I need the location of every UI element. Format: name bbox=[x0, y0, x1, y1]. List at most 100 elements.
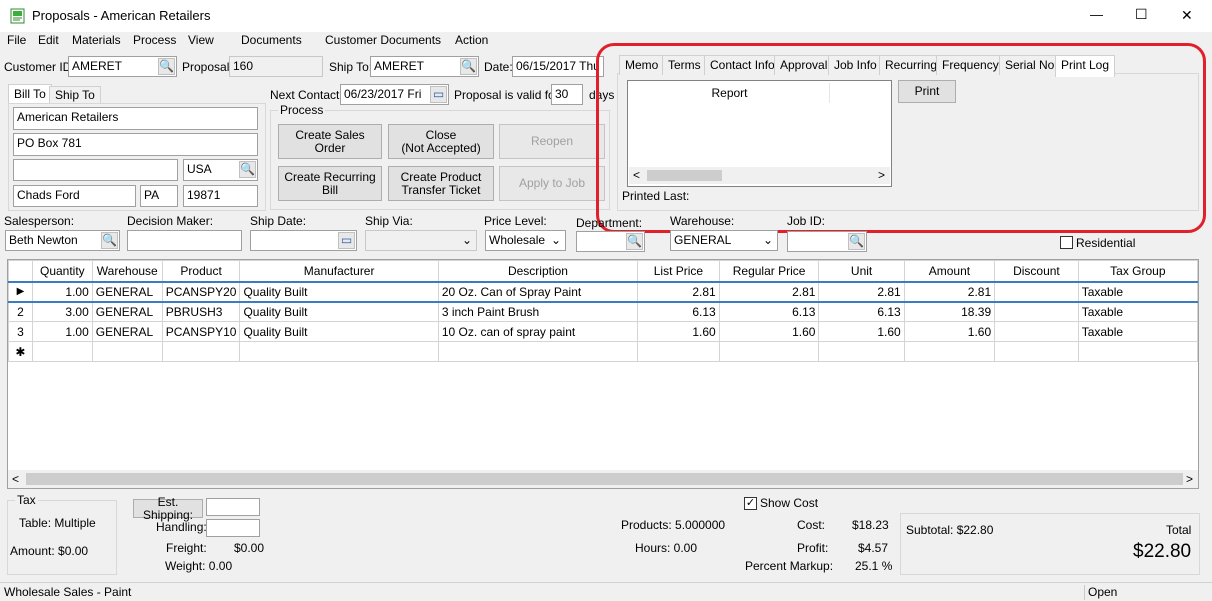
country-field[interactable]: USA 🔍 bbox=[183, 159, 258, 181]
cell-warehouse[interactable]: GENERAL bbox=[91, 301, 163, 322]
warehouse-select[interactable]: GENERAL ⌄ bbox=[670, 230, 778, 251]
col-manufacturer[interactable]: Manufacturer bbox=[239, 260, 439, 282]
cell-quantity[interactable]: 1.00 bbox=[31, 281, 93, 302]
col-amount[interactable]: Amount bbox=[903, 260, 996, 282]
cell-tax-group[interactable]: Taxable bbox=[1077, 281, 1198, 302]
search-icon[interactable]: 🔍 bbox=[158, 58, 175, 75]
menu-view[interactable]: View bbox=[188, 33, 214, 47]
department-field[interactable]: 🔍 bbox=[576, 231, 645, 252]
create-recurring-bill-button[interactable]: Create Recurring Bill bbox=[278, 166, 382, 201]
maximize-button[interactable]: ☐ bbox=[1135, 7, 1148, 21]
create-transfer-ticket-button[interactable]: Create Product Transfer Ticket bbox=[388, 166, 494, 201]
cell-quantity[interactable]: 1.00 bbox=[31, 321, 93, 342]
table-row[interactable]: ▶ 1.00 GENERAL PCANSPY20 Quality Built 2… bbox=[8, 281, 1198, 302]
job-id-field[interactable]: 🔍 bbox=[787, 231, 867, 252]
est-shipping-field[interactable] bbox=[206, 498, 260, 516]
cell-product[interactable]: PBRUSH3 bbox=[161, 301, 241, 322]
address-name-field[interactable]: American Retailers bbox=[13, 107, 258, 130]
search-icon[interactable]: 🔍 bbox=[626, 233, 643, 250]
col-quantity[interactable]: Quantity bbox=[31, 260, 93, 282]
cell-list-price[interactable]: 2.81 bbox=[637, 281, 720, 302]
show-cost-checkbox[interactable]: ✓ bbox=[744, 497, 757, 510]
city-field[interactable]: Chads Ford bbox=[13, 185, 136, 207]
close-not-accepted-button[interactable]: Close (Not Accepted) bbox=[388, 124, 494, 159]
apply-to-job-button[interactable]: Apply to Job bbox=[499, 166, 605, 201]
row-marker[interactable]: 3 bbox=[8, 321, 33, 342]
menu-process[interactable]: Process bbox=[133, 33, 176, 47]
cell-discount[interactable] bbox=[994, 281, 1079, 302]
cell-description[interactable]: 20 Oz. Can of Spray Paint bbox=[437, 281, 639, 302]
col-regular-price[interactable]: Regular Price bbox=[718, 260, 820, 282]
cell-amount[interactable]: 18.39 bbox=[903, 301, 996, 322]
cell-manufacturer[interactable]: Quality Built bbox=[239, 321, 439, 342]
scroll-thumb[interactable] bbox=[26, 473, 1183, 485]
menu-documents[interactable]: Documents bbox=[241, 33, 302, 47]
handling-field[interactable] bbox=[206, 519, 260, 537]
search-icon[interactable]: 🔍 bbox=[101, 232, 118, 249]
valid-days-field[interactable]: 30 bbox=[551, 84, 583, 105]
close-button[interactable]: ✕ bbox=[1181, 8, 1193, 22]
cell-regular-price[interactable]: 2.81 bbox=[718, 281, 820, 302]
table-row[interactable]: 2 3.00 GENERAL PBRUSH3 Quality Built 3 i… bbox=[8, 301, 1198, 322]
scroll-left-icon[interactable]: < bbox=[12, 472, 19, 486]
residential-checkbox[interactable] bbox=[1060, 236, 1073, 249]
cell-list-price[interactable]: 1.60 bbox=[637, 321, 720, 342]
row-marker[interactable]: ▶ bbox=[8, 281, 33, 302]
calendar-icon[interactable]: ▭ bbox=[430, 86, 447, 103]
est-shipping-button[interactable]: Est. Shipping: bbox=[133, 495, 203, 521]
cell-warehouse[interactable]: GENERAL bbox=[91, 321, 163, 342]
cell-unit[interactable]: 6.13 bbox=[818, 301, 905, 322]
row-marker[interactable]: 2 bbox=[8, 301, 33, 322]
col-unit[interactable]: Unit bbox=[818, 260, 905, 282]
new-row-marker[interactable]: ✱ bbox=[8, 341, 33, 362]
tab-ship-to[interactable]: Ship To bbox=[49, 86, 101, 104]
cell-list-price[interactable]: 6.13 bbox=[637, 301, 720, 322]
salesperson-field[interactable]: Beth Newton 🔍 bbox=[5, 230, 120, 251]
customer-id-field[interactable]: AMERET 🔍 bbox=[68, 56, 177, 77]
grid-horizontal-scrollbar[interactable]: < > bbox=[8, 470, 1198, 488]
chevron-down-icon[interactable]: ⌄ bbox=[551, 231, 561, 250]
cell-description[interactable]: 3 inch Paint Brush bbox=[437, 301, 639, 322]
cell-unit[interactable]: 2.81 bbox=[818, 281, 905, 302]
scroll-right-icon[interactable]: > bbox=[1186, 472, 1193, 486]
menu-materials[interactable]: Materials bbox=[72, 33, 121, 47]
create-sales-order-button[interactable]: Create Sales Order bbox=[278, 124, 382, 159]
cell-regular-price[interactable]: 1.60 bbox=[718, 321, 820, 342]
state-field[interactable]: PA bbox=[140, 185, 178, 207]
search-icon[interactable]: 🔍 bbox=[239, 161, 256, 178]
cell-product[interactable]: PCANSPY20 bbox=[161, 281, 241, 302]
chevron-down-icon[interactable]: ⌄ bbox=[462, 231, 472, 250]
address-line2-field[interactable] bbox=[13, 159, 178, 181]
decision-maker-field[interactable] bbox=[127, 230, 242, 251]
col-discount[interactable]: Discount bbox=[994, 260, 1079, 282]
cell-product[interactable]: PCANSPY10 bbox=[161, 321, 241, 342]
menu-file[interactable]: File bbox=[7, 33, 26, 47]
cell-tax-group[interactable]: Taxable bbox=[1077, 321, 1198, 342]
cell-quantity[interactable]: 3.00 bbox=[31, 301, 93, 322]
zip-field[interactable]: 19871 bbox=[183, 185, 258, 207]
cell-manufacturer[interactable]: Quality Built bbox=[239, 301, 439, 322]
ship-to-field[interactable]: AMERET 🔍 bbox=[370, 56, 479, 77]
menu-action[interactable]: Action bbox=[455, 33, 488, 47]
next-contact-field[interactable]: 06/23/2017 Fri ▭ bbox=[340, 84, 449, 105]
address-line1-field[interactable]: PO Box 781 bbox=[13, 133, 258, 156]
calendar-icon[interactable]: ▭ bbox=[338, 232, 355, 249]
cell-amount[interactable]: 2.81 bbox=[903, 281, 996, 302]
menu-edit[interactable]: Edit bbox=[38, 33, 59, 47]
cell-manufacturer[interactable]: Quality Built bbox=[239, 281, 439, 302]
new-row[interactable]: ✱ bbox=[8, 341, 1198, 362]
col-description[interactable]: Description bbox=[437, 260, 639, 282]
cell-discount[interactable] bbox=[994, 301, 1079, 322]
cell-regular-price[interactable]: 6.13 bbox=[718, 301, 820, 322]
chevron-down-icon[interactable]: ⌄ bbox=[763, 231, 773, 250]
cell-warehouse[interactable]: GENERAL bbox=[91, 281, 163, 302]
cell-unit[interactable]: 1.60 bbox=[818, 321, 905, 342]
col-tax-group[interactable]: Tax Group bbox=[1077, 260, 1198, 282]
menu-customer-documents[interactable]: Customer Documents bbox=[325, 33, 441, 47]
cell-amount[interactable]: 1.60 bbox=[903, 321, 996, 342]
cell-tax-group[interactable]: Taxable bbox=[1077, 301, 1198, 322]
ship-date-field[interactable]: ▭ bbox=[250, 230, 357, 251]
ship-via-select[interactable]: ⌄ bbox=[365, 230, 477, 251]
table-row[interactable]: 3 1.00 GENERAL PCANSPY10 Quality Built 1… bbox=[8, 321, 1198, 342]
minimize-button[interactable]: — bbox=[1090, 8, 1103, 22]
